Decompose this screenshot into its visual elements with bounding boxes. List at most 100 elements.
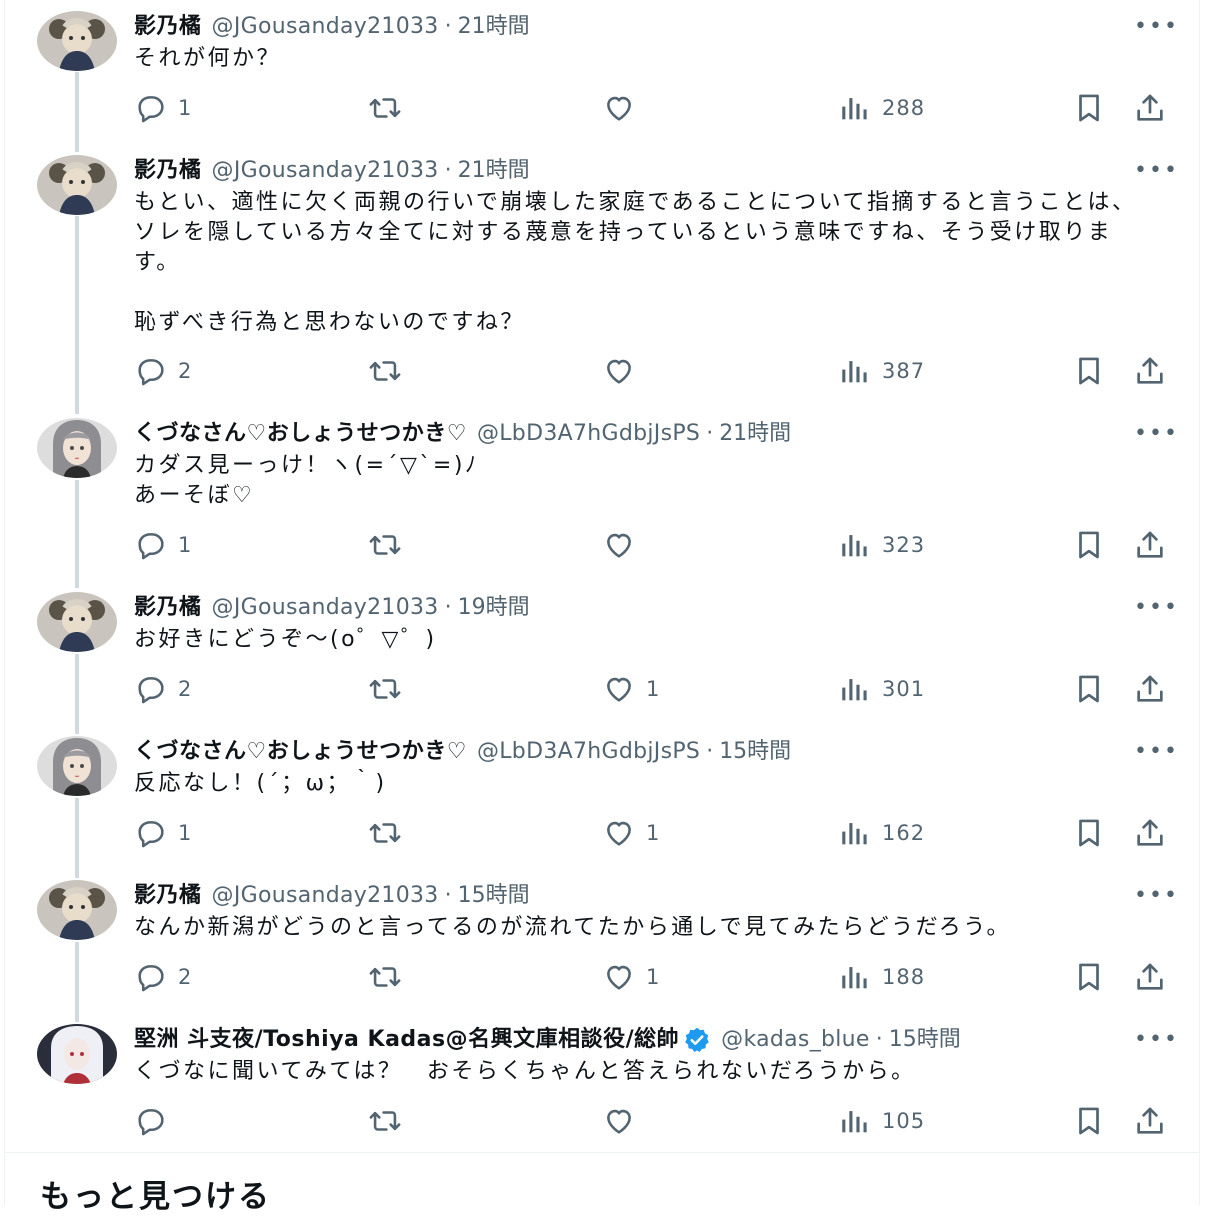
tweet-header: 影乃橘 @JGousanday21033 · 15時間 — [134, 881, 530, 911]
avatar-steampunk-character[interactable] — [37, 155, 117, 215]
likes-count: 1 — [646, 677, 661, 701]
more-options-icon[interactable]: ••• — [1134, 595, 1177, 621]
display-name[interactable]: 影乃橘 — [134, 14, 202, 39]
share-button[interactable] — [1133, 669, 1167, 709]
more-options-icon[interactable]: ••• — [1134, 1027, 1177, 1053]
reply-icon — [134, 91, 168, 125]
tweet-text: お好きにどうぞ〜(o゜▽゜) — [134, 627, 437, 652]
more-options-icon[interactable]: ••• — [1134, 14, 1177, 40]
views-button[interactable]: 301 — [838, 669, 925, 709]
more-options-icon[interactable]: ••• — [1134, 883, 1177, 909]
like-button[interactable] — [602, 351, 646, 391]
views-icon — [838, 816, 872, 850]
bookmark-button[interactable] — [1072, 525, 1106, 565]
views-button[interactable]: 387 — [838, 351, 925, 391]
retweet-button[interactable] — [368, 525, 412, 565]
bookmark-button[interactable] — [1072, 813, 1106, 853]
timestamp[interactable]: 15時間 — [719, 739, 791, 764]
avatar-gray-hair-girl[interactable] — [37, 736, 117, 796]
display-name[interactable]: 堅洲 斗支夜/Toshiya Kadas@名興文庫相談役/総帥 — [134, 1025, 679, 1055]
like-button[interactable] — [602, 1101, 646, 1141]
display-name[interactable]: 影乃橘 — [134, 595, 202, 620]
bookmark-icon — [1072, 528, 1106, 562]
retweet-button[interactable] — [368, 669, 412, 709]
timestamp[interactable]: 21時間 — [458, 14, 530, 39]
tweet-text: それが何か？ — [134, 46, 282, 71]
discover-section: もっと見つける — [4, 1152, 1200, 1215]
display-name[interactable]: くづなさん♡おしょうせつかき♡ — [134, 421, 467, 446]
retweet-button[interactable] — [368, 351, 412, 391]
likes-count: 1 — [646, 965, 661, 989]
reply-button[interactable]: 1 — [134, 813, 192, 853]
retweet-button[interactable] — [368, 1101, 412, 1141]
user-handle[interactable]: @LbD3A7hGdbjJsPS — [477, 421, 700, 446]
like-button[interactable]: 1 — [602, 669, 660, 709]
reply-button[interactable] — [134, 1101, 178, 1141]
bookmark-button[interactable] — [1072, 351, 1106, 391]
share-button[interactable] — [1133, 957, 1167, 997]
like-button[interactable]: 1 — [602, 957, 660, 997]
user-handle[interactable]: @JGousanday21033 — [212, 883, 439, 908]
bookmark-icon — [1072, 91, 1106, 125]
replies-count: 1 — [178, 821, 193, 845]
tweet-header: くづなさん♡おしょうせつかき♡ @LbD3A7hGdbjJsPS · 21時間 — [134, 419, 791, 449]
verified-badge-icon — [683, 1026, 711, 1054]
more-options-icon[interactable]: ••• — [1134, 421, 1177, 447]
user-handle[interactable]: @kadas_blue — [721, 1025, 870, 1055]
views-button[interactable]: 323 — [838, 525, 925, 565]
reply-button[interactable]: 2 — [134, 351, 192, 391]
timestamp[interactable]: 15時間 — [458, 883, 530, 908]
retweet-button[interactable] — [368, 88, 412, 128]
views-button[interactable]: 288 — [838, 88, 925, 128]
share-button[interactable] — [1133, 1101, 1167, 1141]
bookmark-button[interactable] — [1072, 88, 1106, 128]
bookmark-button[interactable] — [1072, 669, 1106, 709]
retweet-button[interactable] — [368, 813, 412, 853]
tweet-actions: 2 1 301 — [0, 669, 1206, 709]
share-button[interactable] — [1133, 351, 1167, 391]
more-options-icon[interactable]: ••• — [1134, 739, 1177, 765]
bookmark-button[interactable] — [1072, 1101, 1106, 1141]
views-button[interactable]: 188 — [838, 957, 925, 997]
retweet-icon — [368, 672, 402, 706]
timestamp[interactable]: 19時間 — [458, 595, 530, 620]
like-button[interactable] — [602, 88, 646, 128]
avatar-steampunk-character[interactable] — [37, 880, 117, 940]
user-handle[interactable]: @JGousanday21033 — [212, 158, 439, 183]
views-button[interactable]: 162 — [838, 813, 925, 853]
more-options-icon[interactable]: ••• — [1134, 158, 1177, 184]
like-button[interactable] — [602, 525, 646, 565]
display-name[interactable]: 影乃橘 — [134, 883, 202, 908]
bookmark-button[interactable] — [1072, 957, 1106, 997]
share-button[interactable] — [1133, 813, 1167, 853]
avatar-white-hair-girl[interactable] — [37, 1024, 117, 1084]
retweet-button[interactable] — [368, 957, 412, 997]
share-button[interactable] — [1133, 88, 1167, 128]
avatar-steampunk-character[interactable] — [37, 592, 117, 652]
separator-dot: · — [706, 739, 714, 764]
reply-icon — [134, 354, 168, 388]
user-handle[interactable]: @JGousanday21033 — [212, 14, 439, 39]
display-name[interactable]: くづなさん♡おしょうせつかき♡ — [134, 739, 467, 764]
timestamp[interactable]: 15時間 — [889, 1027, 961, 1052]
reply-button[interactable]: 1 — [134, 525, 192, 565]
reply-button[interactable]: 2 — [134, 669, 192, 709]
views-icon — [838, 528, 872, 562]
views-icon — [838, 672, 872, 706]
user-handle[interactable]: @JGousanday21033 — [212, 595, 439, 620]
share-button[interactable] — [1133, 525, 1167, 565]
avatar-gray-hair-girl[interactable] — [37, 418, 117, 478]
reply-button[interactable]: 2 — [134, 957, 192, 997]
timestamp[interactable]: 21時間 — [458, 158, 530, 183]
timestamp[interactable]: 21時間 — [719, 421, 791, 446]
replies-count: 1 — [178, 96, 193, 120]
bookmark-icon — [1072, 816, 1106, 850]
display-name[interactable]: 影乃橘 — [134, 158, 202, 183]
reply-button[interactable]: 1 — [134, 88, 192, 128]
views-button[interactable]: 105 — [838, 1101, 925, 1141]
user-handle[interactable]: @LbD3A7hGdbjJsPS — [477, 739, 700, 764]
avatar-steampunk-character[interactable] — [37, 11, 117, 71]
separator-dot: · — [444, 14, 452, 39]
like-button[interactable]: 1 — [602, 813, 660, 853]
likes-count: 1 — [646, 821, 661, 845]
